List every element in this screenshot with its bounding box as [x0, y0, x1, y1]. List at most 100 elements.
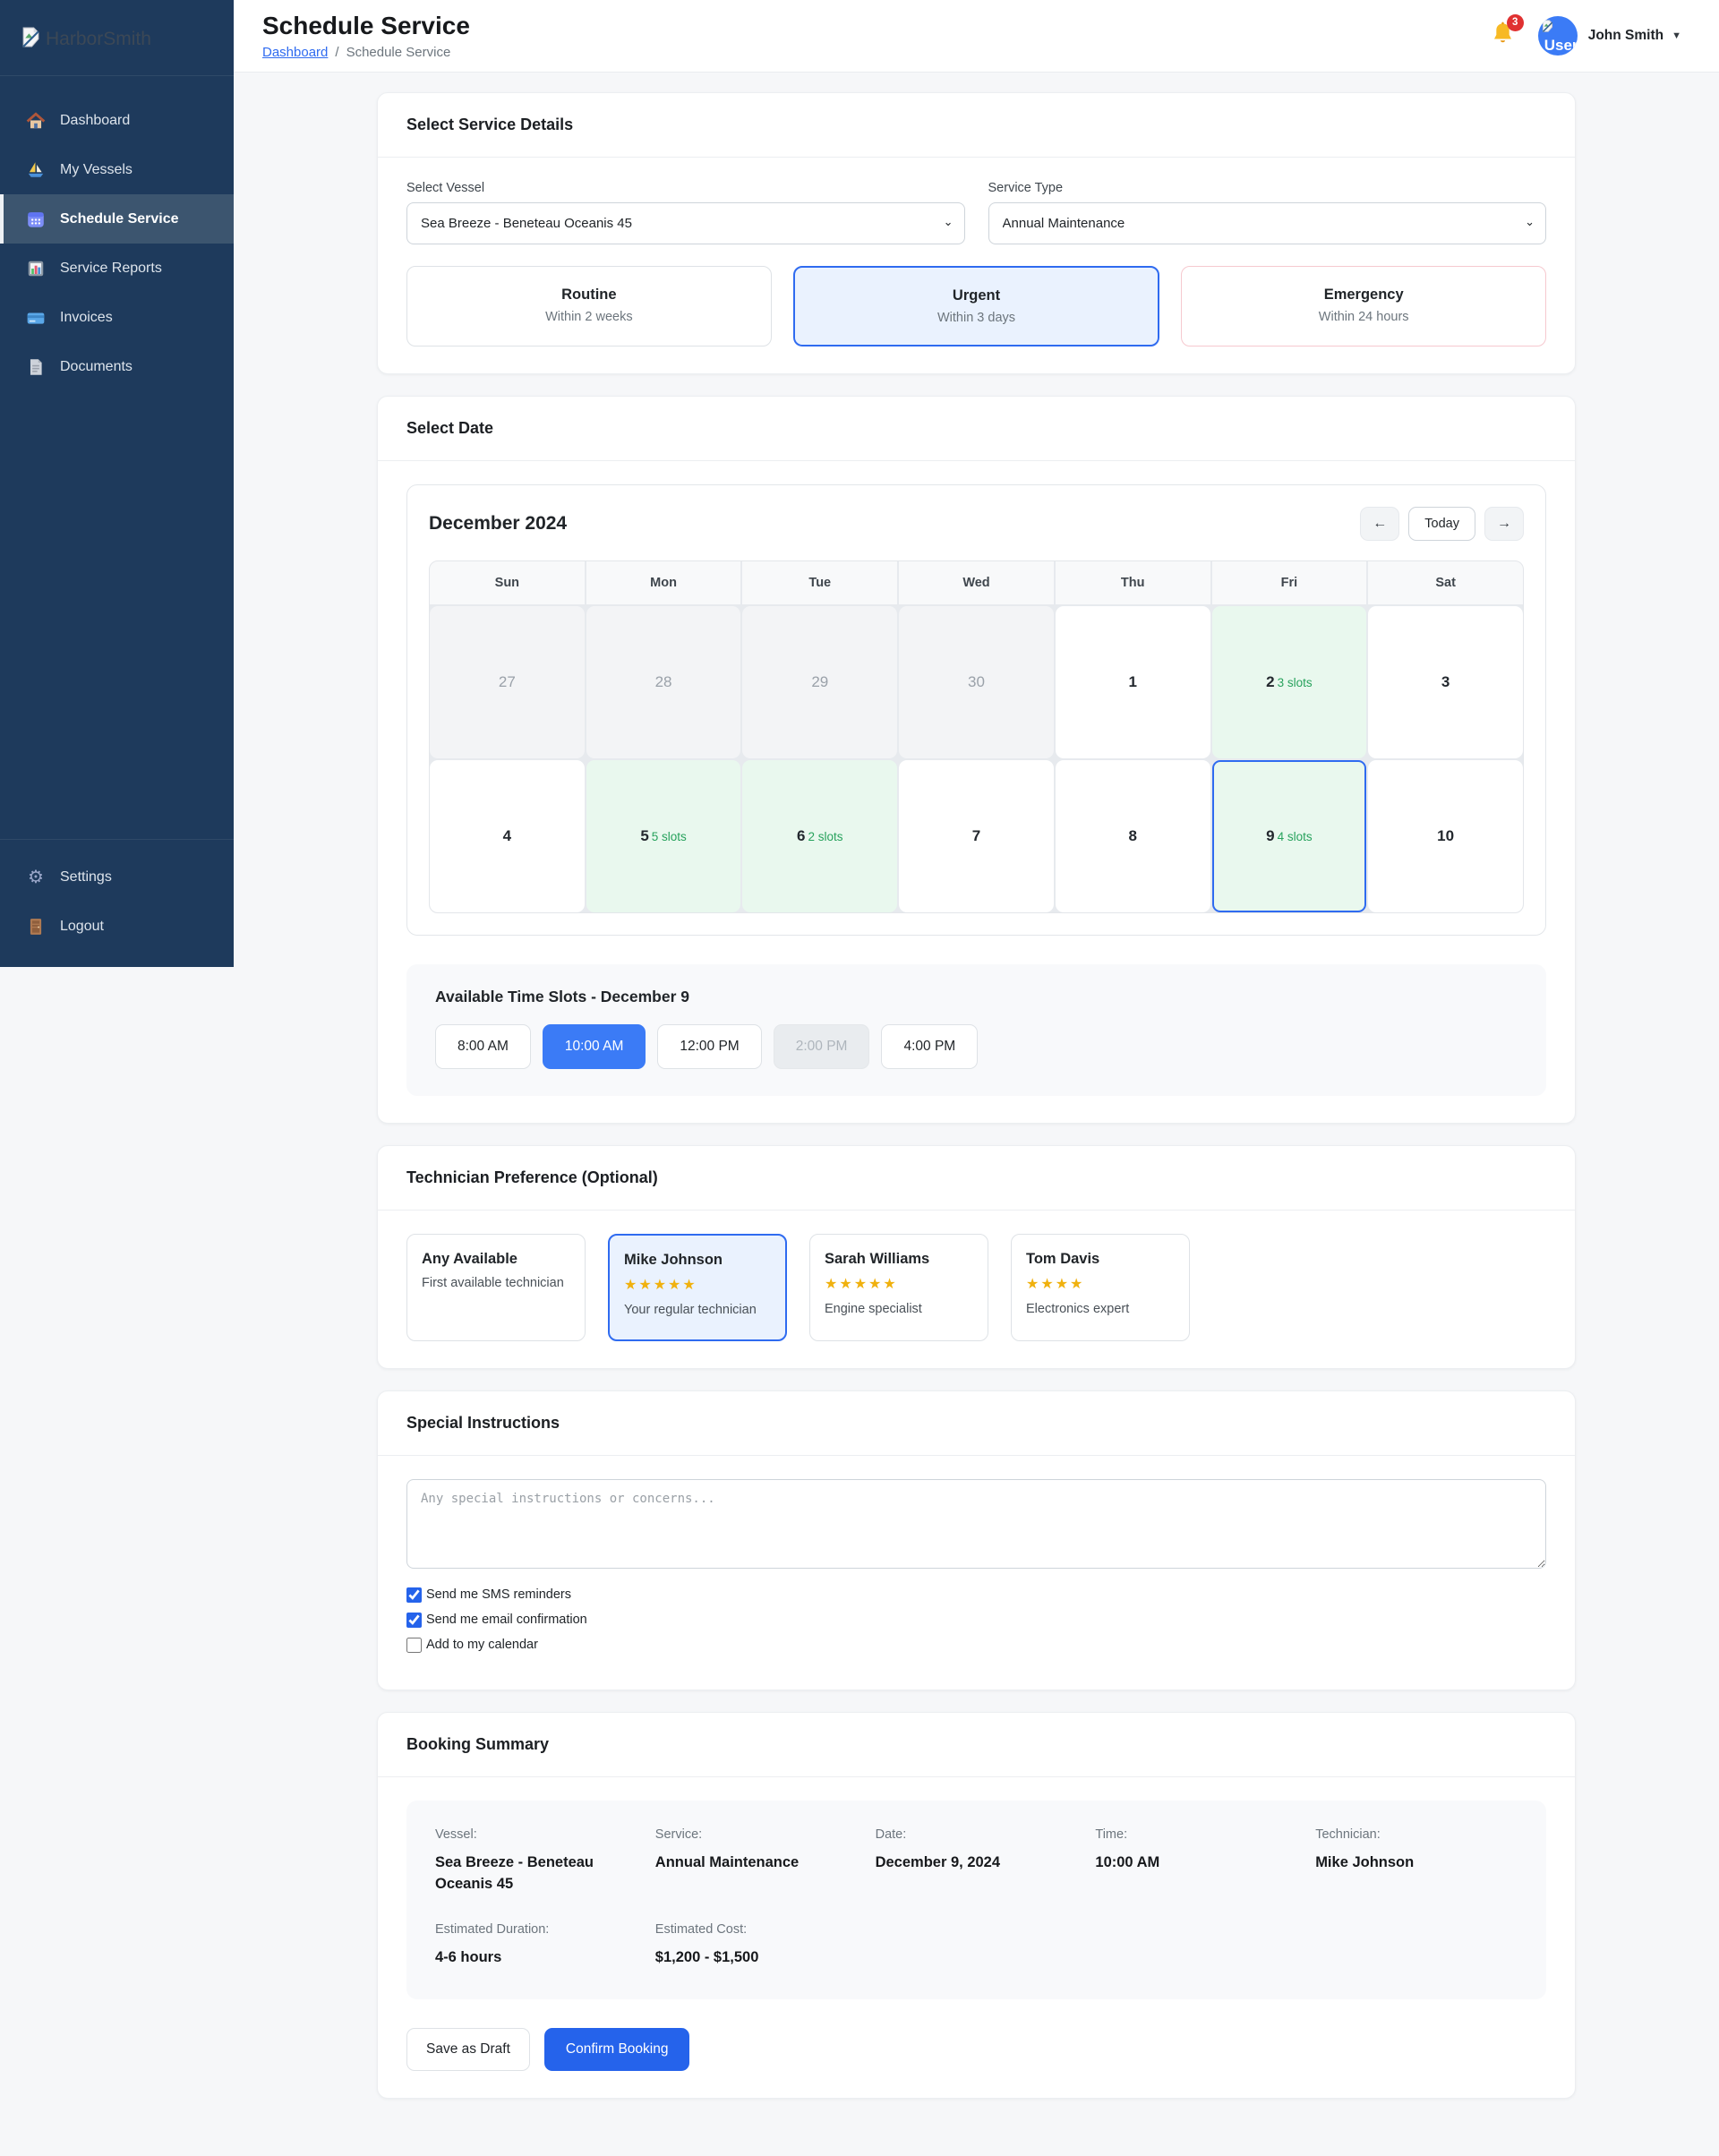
special-instructions-input[interactable]	[406, 1478, 1546, 1569]
time-slot-10am-selected[interactable]: 10:00 AM	[542, 1024, 646, 1069]
vessel-select[interactable]: Sea Breeze - Beneteau Oceanis 45	[406, 202, 965, 244]
summary-field-date: Date: December 9, 2024	[876, 1827, 1078, 1896]
calendar-day-header: Sat	[1368, 561, 1523, 604]
urgency-subtitle: Within 2 weeks	[545, 310, 633, 324]
calendar-day[interactable]: 8	[1055, 760, 1210, 912]
chevron-down-icon[interactable]: ▼	[1672, 30, 1681, 41]
calendar-day-header: Fri	[1211, 561, 1367, 604]
technician-option-sarah-williams[interactable]: Sarah Williams ★★★★★ Engine specialist	[809, 1234, 988, 1341]
summary-field-cost: Estimated Cost: $1,200 - $1,500	[655, 1922, 858, 1969]
summary-value: 4-6 hours	[435, 1949, 502, 1966]
checkbox-label: Send me SMS reminders	[426, 1587, 571, 1603]
confirm-booking-button[interactable]: Confirm Booking	[543, 2027, 690, 2071]
calendar-day-header: Tue	[742, 561, 898, 604]
sidebar-item-label: My Vessels	[60, 161, 133, 177]
calendar-day[interactable]: 55 slots	[586, 760, 741, 912]
door-icon	[25, 916, 47, 937]
summary-label: Estimated Cost:	[654, 1922, 748, 1938]
summary-label: Technician:	[1315, 1827, 1381, 1842]
technician-name: Tom Davis	[1026, 1251, 1100, 1267]
technician-description: First available technician	[422, 1276, 564, 1290]
calendar-prev-button[interactable]: ←	[1360, 507, 1400, 541]
urgency-option-urgent[interactable]: Urgent Within 3 days	[792, 266, 1160, 346]
sidebar-item-logout[interactable]: Logout	[0, 902, 234, 951]
urgency-option-routine[interactable]: Routine Within 2 weeks	[406, 266, 772, 346]
calendar-day[interactable]: 1	[1055, 606, 1210, 758]
urgency-title: Routine	[561, 287, 617, 303]
notification-badge: 3	[1506, 13, 1524, 31]
urgency-title: Urgent	[952, 287, 1001, 304]
add-to-calendar-checkbox[interactable]	[406, 1637, 422, 1653]
slot-count-label: 5 slots	[651, 829, 687, 843]
calendar-next-button[interactable]: →	[1484, 507, 1524, 541]
sidebar-item-label: Settings	[60, 868, 112, 885]
page-title: Schedule Service	[262, 12, 470, 39]
calendar-day-header: Wed	[899, 561, 1054, 604]
sidebar-item-label: Invoices	[60, 309, 113, 325]
calendar-day: 28	[586, 606, 741, 758]
calendar-day[interactable]: 23 slots	[1211, 606, 1367, 758]
save-as-draft-button[interactable]: Save as Draft	[406, 2027, 530, 2071]
credit-card-icon	[25, 307, 47, 329]
checkbox-label: Send me email confirmation	[426, 1613, 587, 1628]
calendar-day-header: Thu	[1055, 561, 1210, 604]
sidebar-item-settings[interactable]: ⚙ Settings	[0, 852, 234, 902]
section-title: Select Service Details	[406, 116, 574, 133]
time-slot-8am[interactable]: 8:00 AM	[435, 1024, 531, 1069]
calendar-day[interactable]: 62 slots	[742, 760, 898, 912]
booking-summary-card: Booking Summary Vessel: Sea Breeze - Ben…	[377, 1711, 1576, 2099]
time-slot-12pm[interactable]: 12:00 PM	[657, 1024, 762, 1069]
section-title: Select Date	[406, 419, 494, 437]
sms-reminders-checkbox[interactable]	[406, 1587, 422, 1603]
breadcrumb-link-dashboard[interactable]: Dashboard	[262, 45, 328, 60]
document-icon	[25, 356, 47, 378]
calendar-day[interactable]: 7	[899, 760, 1054, 912]
urgency-subtitle: Within 24 hours	[1318, 310, 1409, 324]
summary-panel: Vessel: Sea Breeze - Beneteau Oceanis 45…	[406, 1800, 1546, 1999]
technician-option-tom-davis[interactable]: Tom Davis ★★★★ Electronics expert	[1011, 1234, 1190, 1341]
notifications-button[interactable]: 3	[1491, 13, 1524, 51]
summary-value: Sea Breeze - Beneteau Oceanis 45	[435, 1853, 594, 1893]
summary-value: Mike Johnson	[1315, 1853, 1415, 1870]
sidebar-item-schedule-service[interactable]: Schedule Service	[0, 194, 234, 244]
service-type-select[interactable]: Annual Maintenance	[988, 202, 1546, 244]
email-confirmation-checkbox[interactable]	[406, 1612, 422, 1628]
time-slot-4pm[interactable]: 4:00 PM	[881, 1024, 979, 1069]
calendar-day[interactable]: 10	[1368, 760, 1523, 912]
time-slots-panel: Available Time Slots - December 9 8:00 A…	[406, 964, 1546, 1096]
sidebar: HarborSmith Dashboard My Vessels Schedul…	[0, 0, 234, 967]
calendar-day[interactable]: 4	[430, 760, 585, 912]
summary-value: December 9, 2024	[875, 1853, 1001, 1870]
technician-option-mike-johnson[interactable]: Mike Johnson ★★★★★ Your regular technici…	[608, 1234, 787, 1341]
sidebar-item-service-reports[interactable]: Service Reports	[0, 244, 234, 293]
avatar-alt-text: User	[1544, 37, 1578, 54]
sidebar-item-label: Documents	[60, 358, 133, 374]
technician-description: Engine specialist	[825, 1302, 922, 1316]
calendar-today-button[interactable]: Today	[1408, 507, 1475, 541]
calendar-day: 30	[899, 606, 1054, 758]
sidebar-item-documents[interactable]: Documents	[0, 342, 234, 391]
checkbox-label: Add to my calendar	[426, 1638, 538, 1653]
summary-label: Date:	[875, 1827, 907, 1842]
time-slots-title: Available Time Slots - December 9	[435, 988, 690, 1005]
sidebar-item-my-vessels[interactable]: My Vessels	[0, 145, 234, 194]
summary-field-technician: Technician: Mike Johnson	[1315, 1827, 1518, 1896]
breadcrumb: Dashboard / Schedule Service	[262, 45, 470, 60]
user-name: John Smith	[1587, 28, 1664, 43]
section-title: Booking Summary	[406, 1734, 550, 1753]
calendar-day[interactable]: 3	[1368, 606, 1523, 758]
sidebar-nav: Dashboard My Vessels Schedule Service Se…	[0, 76, 234, 391]
urgency-option-emergency[interactable]: Emergency Within 24 hours	[1181, 266, 1547, 346]
time-slot-2pm-disabled: 2:00 PM	[773, 1024, 870, 1069]
calendar-day-selected[interactable]: 94 slots	[1211, 760, 1367, 912]
technician-option-any-available[interactable]: Any Available First available technician	[406, 1234, 586, 1341]
sidebar-item-label: Service Reports	[60, 260, 162, 276]
slot-count-label: 4 slots	[1277, 829, 1313, 843]
service-type-label: Service Type	[988, 181, 1064, 195]
avatar[interactable]: User	[1537, 16, 1578, 56]
star-rating: ★★★★★	[825, 1277, 898, 1292]
app-logo: HarborSmith	[0, 0, 234, 76]
technician-name: Any Available	[422, 1251, 517, 1267]
sidebar-item-dashboard[interactable]: Dashboard	[0, 96, 234, 145]
sidebar-item-invoices[interactable]: Invoices	[0, 293, 234, 342]
